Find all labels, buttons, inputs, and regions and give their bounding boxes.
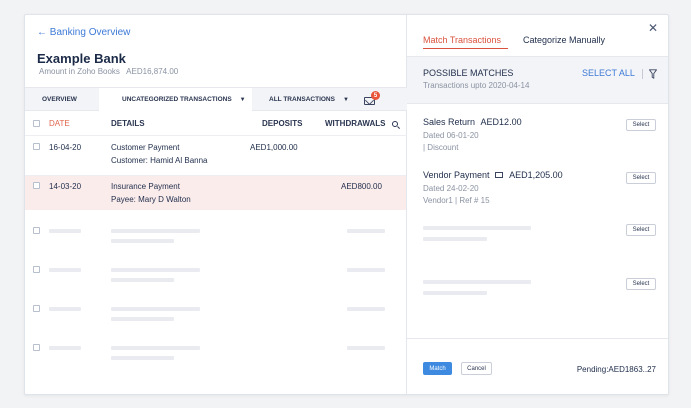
match-date: Dated 24-02-20 bbox=[423, 184, 479, 193]
tab-uncategorized-transactions[interactable]: UNCATEGORIZED TRANSACTIONS ▼ bbox=[99, 88, 252, 111]
match-item[interactable]: Vendor Payment AED1,205.00 Dated 24-02-2… bbox=[407, 170, 668, 215]
row-details-party: Payee: Mary D Walton bbox=[111, 195, 191, 204]
row-checkbox[interactable] bbox=[33, 266, 40, 273]
placeholder-bar bbox=[423, 237, 487, 241]
select-match-button[interactable]: Select bbox=[626, 172, 656, 184]
column-header-withdrawals: WITHDRAWALS bbox=[325, 119, 386, 128]
match-title-line: Sales Return AED12.00 bbox=[423, 117, 522, 127]
row-date: 16-04-20 bbox=[49, 143, 82, 152]
column-header-deposits: DEPOSITS bbox=[262, 119, 303, 128]
select-all-link[interactable]: SELECT ALL bbox=[582, 68, 635, 78]
placeholder-bar bbox=[423, 291, 487, 295]
placeholder-bar bbox=[111, 307, 200, 311]
match-amount: AED12.00 bbox=[480, 117, 522, 127]
placeholder-bar bbox=[347, 307, 385, 311]
amount-summary: Amount in Zoho Books AED16,874.00 bbox=[39, 67, 178, 76]
placeholder-bar bbox=[111, 278, 174, 282]
possible-matches-subtitle: Transactions upto 2020-04-14 bbox=[423, 81, 530, 90]
search-icon[interactable] bbox=[392, 121, 398, 127]
cancel-button[interactable]: Cancel bbox=[461, 362, 492, 375]
tab-overview-label: OVERVIEW bbox=[42, 96, 77, 103]
placeholder-match: Select bbox=[407, 222, 668, 262]
match-amount: AED1,205.00 bbox=[509, 170, 563, 180]
placeholder-row bbox=[25, 298, 406, 328]
transaction-match-window: ← Banking Overview Example Bank Amount i… bbox=[24, 14, 669, 395]
row-checkbox[interactable] bbox=[33, 305, 40, 312]
placeholder-bar bbox=[49, 229, 81, 233]
placeholder-bar bbox=[347, 268, 385, 272]
select-match-button[interactable]: Select bbox=[626, 278, 656, 290]
match-panel-tabs: Match Transactions Categorize Manually bbox=[407, 35, 668, 52]
document-icon bbox=[495, 172, 504, 178]
placeholder-bar bbox=[347, 229, 385, 233]
placeholder-bar bbox=[111, 346, 200, 350]
row-deposit: AED1,000.00 bbox=[250, 143, 298, 152]
tab-match-transactions[interactable]: Match Transactions bbox=[423, 35, 508, 49]
bank-name-title: Example Bank bbox=[37, 51, 126, 66]
placeholder-bar bbox=[111, 229, 200, 233]
column-header-details: DETAILS bbox=[111, 119, 145, 128]
placeholder-bar bbox=[111, 239, 174, 243]
select-match-button[interactable]: Select bbox=[626, 119, 656, 131]
placeholder-bar bbox=[49, 307, 81, 311]
tab-all-transactions[interactable]: ALL TRANSACTIONS ▼ bbox=[252, 88, 352, 111]
transaction-tabs: OVERVIEW UNCATEGORIZED TRANSACTIONS ▼ AL… bbox=[25, 87, 407, 111]
tab-all-label: ALL TRANSACTIONS bbox=[269, 96, 335, 103]
column-header-date[interactable]: DATE bbox=[49, 119, 70, 128]
match-item[interactable]: Sales Return AED12.00 Dated 06-01-20 | D… bbox=[407, 117, 668, 162]
match-button[interactable]: Match bbox=[423, 362, 452, 375]
row-checkbox[interactable] bbox=[33, 182, 40, 189]
placeholder-row bbox=[25, 259, 406, 289]
select-match-button[interactable]: Select bbox=[626, 224, 656, 236]
transactions-pane: ← Banking Overview Example Bank Amount i… bbox=[25, 15, 407, 394]
placeholder-bar bbox=[111, 356, 174, 360]
row-details-title: Customer Payment bbox=[111, 143, 180, 152]
match-date: Dated 06-01-20 bbox=[423, 131, 479, 140]
caret-down-icon: ▼ bbox=[239, 96, 246, 103]
placeholder-bar bbox=[49, 268, 81, 272]
placeholder-row bbox=[25, 220, 406, 250]
row-details-title: Insurance Payment bbox=[111, 182, 180, 191]
match-title: Sales Return bbox=[423, 117, 476, 127]
row-checkbox[interactable] bbox=[33, 344, 40, 351]
possible-matches-header: POSSIBLE MATCHES Transactions upto 2020-… bbox=[407, 56, 668, 104]
statement-inbox-button[interactable]: 5 bbox=[364, 91, 380, 107]
row-checkbox[interactable] bbox=[33, 227, 40, 234]
placeholder-bar bbox=[423, 226, 531, 230]
tab-categorize-manually[interactable]: Categorize Manually bbox=[523, 35, 605, 45]
match-reference: Vendor1 | Ref # 15 bbox=[423, 196, 490, 205]
placeholder-bar bbox=[111, 317, 174, 321]
tab-overview[interactable]: OVERVIEW bbox=[25, 88, 99, 111]
table-header: DATE DETAILS DEPOSITS WITHDRAWALS bbox=[25, 112, 407, 136]
table-row[interactable]: 16-04-20 Customer Payment Customer: Hami… bbox=[25, 136, 406, 176]
placeholder-bar bbox=[423, 280, 531, 284]
placeholder-match: Select bbox=[407, 276, 668, 316]
row-withdrawal: AED800.00 bbox=[341, 182, 382, 191]
match-reference: | Discount bbox=[423, 143, 459, 152]
amount-label: Amount in Zoho Books bbox=[39, 67, 120, 76]
placeholder-bar bbox=[49, 346, 81, 350]
amount-value: AED16,874.00 bbox=[126, 67, 179, 76]
filter-icon[interactable] bbox=[649, 69, 657, 79]
placeholder-bar bbox=[347, 346, 385, 350]
possible-matches-title: POSSIBLE MATCHES bbox=[423, 68, 514, 78]
notification-badge: 5 bbox=[371, 91, 380, 100]
match-panel-footer: Match Cancel Pending:AED1863..27 bbox=[407, 338, 668, 394]
row-checkbox[interactable] bbox=[33, 143, 40, 150]
pending-amount: Pending:AED1863..27 bbox=[576, 365, 656, 374]
row-details-party: Customer: Hamid Al Banna bbox=[111, 156, 208, 165]
table-row-selected[interactable]: 14-03-20 Insurance Payment Payee: Mary D… bbox=[25, 176, 406, 210]
close-icon[interactable]: ✕ bbox=[648, 21, 658, 35]
row-date: 14-03-20 bbox=[49, 182, 82, 191]
placeholder-bar bbox=[111, 268, 200, 272]
match-title-line: Vendor Payment AED1,205.00 bbox=[423, 170, 563, 180]
placeholder-row bbox=[25, 337, 406, 367]
tab-uncategorized-label: UNCATEGORIZED TRANSACTIONS bbox=[122, 96, 232, 103]
select-all-checkbox[interactable] bbox=[33, 120, 40, 127]
match-panel: ✕ Match Transactions Categorize Manually… bbox=[407, 15, 668, 394]
back-to-banking-overview-link[interactable]: ← Banking Overview bbox=[37, 27, 130, 38]
caret-down-icon: ▼ bbox=[342, 96, 349, 103]
match-title: Vendor Payment bbox=[423, 170, 490, 180]
divider bbox=[642, 69, 643, 79]
